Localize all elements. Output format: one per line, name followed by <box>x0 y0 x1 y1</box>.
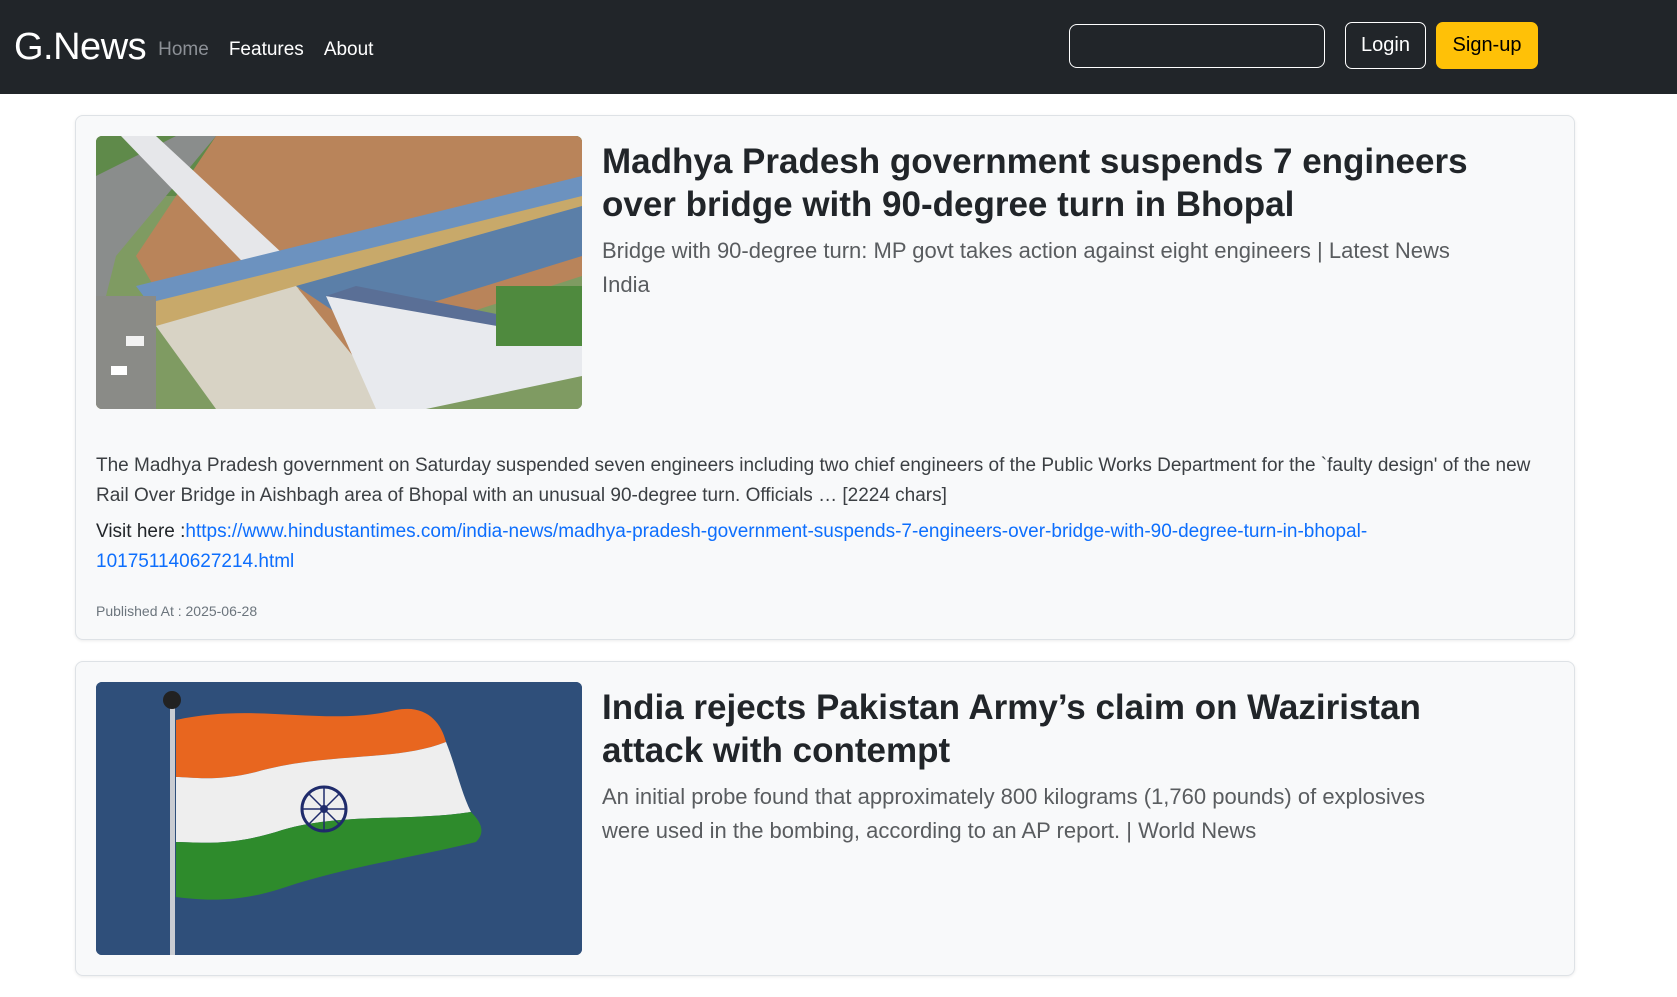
nav-features-link[interactable]: Features <box>229 33 304 61</box>
article-link[interactable]: https://www.hindustantimes.com/india-new… <box>96 521 1367 572</box>
brand-logo[interactable]: G.News <box>14 26 147 69</box>
india-flag-photo-icon <box>96 682 582 955</box>
article-headline[interactable]: India rejects Pakistan Army’s claim on W… <box>602 686 1472 772</box>
article-image[interactable] <box>96 682 582 955</box>
published-date: Published At : 2025-06-28 <box>96 603 258 619</box>
signup-button[interactable]: Sign-up <box>1436 22 1538 69</box>
article-image[interactable] <box>96 136 582 409</box>
nav-home-link[interactable]: Home <box>158 33 209 61</box>
article-subhead: Bridge with 90-degree turn: MP govt take… <box>602 238 1450 297</box>
search-input[interactable] <box>1069 23 1325 68</box>
article-description: The Madhya Pradesh government on Saturda… <box>96 455 1531 506</box>
article-subhead: An initial probe found that approximatel… <box>602 784 1426 843</box>
visit-label: Visit here : <box>96 521 186 542</box>
navbar-actions: Login Sign-up <box>1069 22 1538 69</box>
visit-line: Visit here :https://www.hindustantimes.c… <box>96 517 1554 577</box>
news-card: Madhya Pradesh government suspends 7 eng… <box>75 115 1575 640</box>
nav-links: Home Features About <box>158 33 393 61</box>
news-feed: Madhya Pradesh government suspends 7 eng… <box>75 115 1575 997</box>
bridge-photo-icon <box>96 136 582 409</box>
article-headline[interactable]: Madhya Pradesh government suspends 7 eng… <box>602 140 1472 226</box>
nav-about-link[interactable]: About <box>324 33 374 61</box>
news-card: India rejects Pakistan Army’s claim on W… <box>75 661 1575 976</box>
login-button[interactable]: Login <box>1345 22 1426 69</box>
top-navbar: G.News Home Features About Login Sign-up <box>0 0 1677 94</box>
